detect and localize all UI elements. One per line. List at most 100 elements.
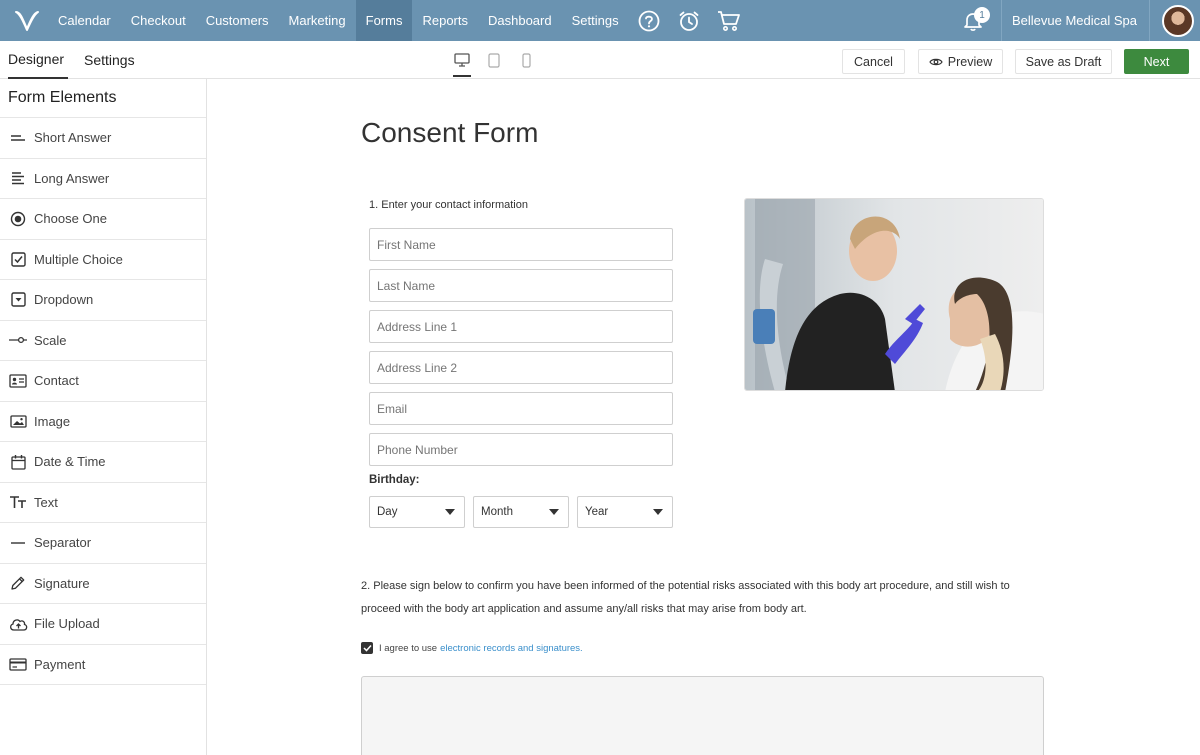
birthday-day-select[interactable]: Day [369, 496, 465, 528]
form-canvas: Consent Form 1. Enter your contact infor… [208, 79, 1200, 755]
preview-button[interactable]: Preview [918, 49, 1003, 74]
shopping-cart-icon [717, 10, 740, 31]
element-payment[interactable]: Payment [0, 645, 206, 685]
text-icon [8, 492, 28, 512]
element-label: Date & Time [34, 454, 106, 470]
address-line-1-field[interactable] [369, 310, 673, 343]
element-file-upload[interactable]: File Upload [0, 604, 206, 645]
element-scale[interactable]: Scale [0, 321, 206, 361]
nav-customers[interactable]: Customers [196, 0, 279, 41]
contact-card-icon [8, 371, 28, 391]
image-icon [8, 411, 28, 431]
signature-pad[interactable] [361, 676, 1044, 755]
question-2-label: 2. Please sign below to confirm you have… [361, 580, 1010, 615]
desktop-view-button[interactable] [453, 51, 471, 77]
element-label: Text [34, 494, 58, 510]
eye-icon [929, 58, 943, 65]
next-button[interactable]: Next [1124, 49, 1189, 74]
form-elements-sidebar: Form Elements Short Answer Long Answer C… [0, 79, 207, 755]
caret-down-icon [549, 509, 559, 515]
preview-label: Preview [947, 54, 993, 69]
dropdown-icon [8, 290, 28, 310]
calendar-icon [8, 452, 28, 472]
element-label: File Upload [34, 616, 100, 632]
nav-settings[interactable]: Settings [562, 0, 629, 41]
scale-icon [8, 330, 28, 350]
electronic-records-link[interactable]: electronic records and signatures. [440, 643, 583, 654]
cloud-upload-icon [8, 614, 28, 634]
notifications-button[interactable]: 1 [953, 0, 993, 41]
avatar[interactable] [1162, 4, 1194, 37]
checkbox-icon [8, 249, 28, 269]
short-answer-icon [8, 128, 28, 148]
top-navigation: Calendar Checkout Customers Marketing Fo… [0, 0, 1200, 41]
caret-down-icon [445, 509, 455, 515]
business-name[interactable]: Bellevue Medical Spa [1000, 0, 1150, 41]
sidebar-title: Form Elements [0, 79, 206, 118]
tab-designer[interactable]: Designer [8, 41, 68, 79]
cart-button[interactable] [709, 0, 749, 41]
tablet-view-button[interactable] [485, 51, 503, 69]
element-signature[interactable]: Signature [0, 564, 206, 604]
birthday-month-select[interactable]: Month [473, 496, 569, 528]
birthday-year-select[interactable]: Year [577, 496, 673, 528]
alarm-button[interactable] [669, 0, 709, 41]
element-short-answer[interactable]: Short Answer [0, 118, 206, 159]
radio-icon [8, 209, 28, 229]
form-image[interactable] [744, 198, 1044, 391]
element-label: Long Answer [34, 170, 110, 186]
select-value: Day [377, 506, 398, 518]
credit-card-icon [8, 654, 28, 674]
nav-calendar[interactable]: Calendar [48, 0, 121, 41]
element-date-time[interactable]: Date & Time [0, 442, 206, 483]
cancel-button[interactable]: Cancel [842, 49, 905, 74]
alarm-clock-icon [679, 11, 698, 31]
element-text[interactable]: Text [0, 483, 206, 523]
form-title[interactable]: Consent Form [361, 117, 538, 149]
last-name-field[interactable] [369, 269, 673, 302]
email-field[interactable] [369, 392, 673, 425]
caret-down-icon [653, 509, 663, 515]
agree-checkbox[interactable] [361, 642, 373, 654]
app-logo[interactable] [6, 0, 48, 41]
tab-settings[interactable]: Settings [84, 41, 135, 79]
main-nav: Calendar Checkout Customers Marketing Fo… [48, 0, 629, 41]
nav-checkout[interactable]: Checkout [121, 0, 196, 41]
element-label: Contact [34, 373, 79, 389]
element-label: Payment [34, 656, 86, 672]
nav-forms[interactable]: Forms [355, 0, 413, 41]
mobile-icon [521, 52, 531, 68]
element-multiple-choice[interactable]: Multiple Choice [0, 240, 206, 280]
logo-icon [15, 10, 39, 31]
agree-row: I agree to use electronic records and si… [361, 642, 583, 654]
help-button[interactable] [629, 0, 669, 41]
select-value: Month [481, 506, 513, 518]
nav-dashboard[interactable]: Dashboard [478, 0, 562, 41]
element-dropdown[interactable]: Dropdown [0, 280, 206, 321]
element-long-answer[interactable]: Long Answer [0, 159, 206, 199]
element-label: Separator [34, 535, 92, 551]
first-name-field[interactable] [369, 228, 673, 261]
long-answer-icon [8, 168, 28, 188]
save-draft-button[interactable]: Save as Draft [1015, 49, 1112, 74]
element-choose-one[interactable]: Choose One [0, 199, 206, 240]
element-label: Signature [34, 575, 90, 591]
element-label: Image [34, 413, 71, 429]
address-line-2-field[interactable] [369, 351, 673, 384]
nav-marketing[interactable]: Marketing [279, 0, 356, 41]
nav-reports[interactable]: Reports [412, 0, 478, 41]
element-separator[interactable]: Separator [0, 523, 206, 564]
element-label: Choose One [34, 211, 107, 227]
phone-number-field[interactable] [369, 433, 673, 466]
notification-count-badge: 1 [973, 7, 990, 23]
element-label: Short Answer [34, 130, 112, 146]
check-icon [362, 644, 372, 652]
mobile-view-button[interactable] [517, 51, 535, 69]
separator-icon [8, 533, 28, 553]
question-1-label: 1. Enter your contact information [369, 199, 528, 211]
select-value: Year [585, 506, 609, 518]
birthday-label: Birthday: [369, 474, 420, 486]
element-contact[interactable]: Contact [0, 361, 206, 402]
help-circle-icon [638, 10, 659, 31]
element-image[interactable]: Image [0, 402, 206, 442]
